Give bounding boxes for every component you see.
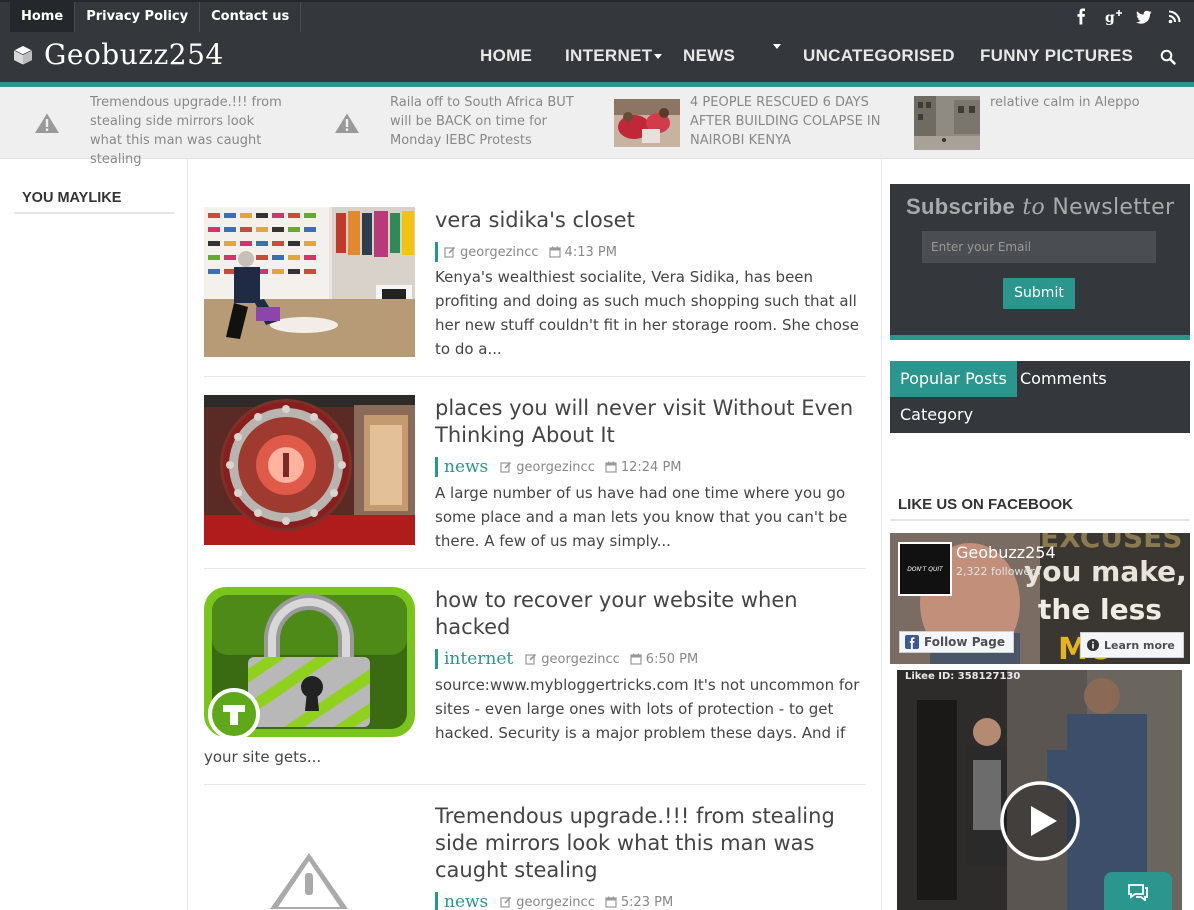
search-icon[interactable]	[1160, 49, 1176, 65]
post-divider	[204, 376, 866, 377]
main-nav: HOME INTERNET NEWS UNCATEGORISED FUNNY P…	[0, 32, 1194, 82]
aleppo-thumbnail	[914, 96, 980, 150]
top-link-home[interactable]: Home	[10, 2, 76, 32]
post-snippet-continued: your site gets...	[204, 748, 322, 766]
twitter-icon[interactable]	[1136, 8, 1152, 25]
edit-icon	[500, 461, 512, 473]
tab-category[interactable]: Category	[890, 397, 983, 433]
svg-text:the less: the less	[1038, 593, 1162, 626]
post-thumbnail-lock[interactable]	[204, 587, 415, 737]
chat-button[interactable]	[1104, 872, 1172, 910]
warning-icon	[314, 96, 380, 150]
post-author[interactable]: georgezincc	[460, 245, 539, 260]
svg-text:EXCUSES: EXCUSES	[1040, 533, 1182, 554]
social-links: g	[1074, 8, 1182, 26]
recent-posts-ticker: Tremendous upgrade.!!! from stealing sid…	[0, 87, 1194, 167]
post-author[interactable]: georgezincc	[516, 895, 595, 910]
rescue-thumbnail	[614, 96, 680, 150]
google-plus-icon[interactable]: g	[1105, 8, 1122, 26]
post-title[interactable]: Tremendous upgrade.!!! from stealing sid…	[435, 803, 865, 884]
newsletter-title: Subscribe to Newsletter	[906, 194, 1175, 220]
post-category[interactable]: internet	[444, 649, 513, 669]
post-time: 5:23 PM	[620, 894, 674, 910]
post-title[interactable]: places you will never visit Without Even…	[435, 395, 865, 449]
newsletter-widget: Subscribe to Newsletter Enter your Email…	[890, 184, 1190, 340]
site-header: Geobuzz254 HOME INTERNET NEWS UNCATEGORI…	[0, 32, 1194, 82]
post-snippet: Kenya's wealthiest socialite, Vera Sidik…	[435, 268, 859, 358]
ticker-item-title: Raila off to South Africa BUT will be BA…	[390, 95, 574, 148]
post-item: places you will never visit Without Even…	[204, 395, 866, 555]
post-snippet: A large number of us have had one time w…	[435, 484, 848, 550]
post-item: vera sidika's closet georgezincc 4:13 PM…	[204, 207, 866, 367]
learn-more-button[interactable]: Learn more	[1080, 632, 1184, 658]
calendar-icon	[605, 896, 617, 908]
facebook-page-avatar[interactable]: DON'T QUIT	[898, 542, 952, 596]
nav-home[interactable]: HOME	[480, 46, 532, 66]
nav-uncategorised[interactable]: UNCATEGORISED	[803, 46, 955, 66]
top-link-privacy-policy[interactable]: Privacy Policy	[75, 2, 201, 32]
nav-internet[interactable]: INTERNET	[565, 46, 652, 66]
svg-text:Likee ID: 358127130: Likee ID: 358127130	[905, 671, 1020, 682]
ticker-item-title: relative calm in Aleppo	[990, 95, 1140, 110]
facebook-widget-heading: LIKE US ON FACEBOOK	[890, 496, 1190, 521]
warning-icon	[14, 96, 80, 150]
rss-icon[interactable]	[1167, 8, 1182, 25]
ticker-item-title: 4 PEOPLE RESCUED 6 DAYS AFTER BUILDING C…	[690, 95, 881, 148]
post-meta: georgezincc 4:13 PM	[435, 242, 627, 262]
post-title[interactable]: how to recover your website when hacked	[435, 587, 865, 641]
post-time: 6:50 PM	[645, 651, 699, 667]
post-snippet: source:www.mybloggertricks.com It's not …	[435, 676, 860, 742]
internet-dropdown-caret-icon[interactable]	[654, 54, 662, 59]
post-category[interactable]: news	[444, 457, 488, 477]
post-item: Tremendous upgrade.!!! from stealing sid…	[204, 803, 866, 910]
facebook-icon[interactable]	[1074, 8, 1089, 25]
calendar-icon	[548, 246, 561, 258]
post-author[interactable]: georgezincc	[541, 652, 620, 667]
nav-news[interactable]: NEWS	[683, 46, 735, 66]
main-column-divider	[881, 159, 882, 910]
edit-icon	[525, 653, 537, 665]
edit-icon	[500, 896, 512, 908]
tab-comments[interactable]: Comments	[1010, 361, 1117, 397]
post-thumbnail-placeholder[interactable]	[204, 803, 415, 910]
news-dropdown-caret-icon[interactable]	[773, 44, 781, 49]
post-time: 4:13 PM	[564, 244, 617, 260]
post-time: 12:24 PM	[620, 459, 682, 475]
facebook-page-card[interactable]: EXCUSES you make, the less MO DON'T QUIT…	[890, 533, 1190, 664]
submit-button[interactable]: Submit	[1003, 278, 1075, 309]
calendar-icon	[630, 653, 642, 665]
post-meta: news georgezincc 5:23 PM	[435, 892, 683, 910]
post-thumbnail-vault[interactable]	[204, 395, 415, 545]
sidebar-tabs: Popular Posts Comments Category	[890, 361, 1190, 433]
post-meta: news georgezincc 12:24 PM	[435, 457, 692, 477]
info-icon	[1087, 639, 1099, 651]
svg-text:g: g	[1105, 10, 1115, 25]
chat-icon	[1128, 884, 1148, 901]
post-title[interactable]: vera sidika's closet	[435, 207, 865, 234]
post-divider	[204, 784, 866, 785]
facebook-page-name[interactable]: Geobuzz254	[956, 543, 1056, 562]
top-bar: Home Privacy Policy Contact us g	[0, 0, 1194, 32]
post-thumbnail-closet[interactable]	[204, 207, 415, 357]
post-item: how to recover your website when hacked …	[204, 587, 866, 767]
you-may-like-heading: YOU MAYLIKE	[14, 190, 174, 214]
left-sidebar: YOU MAYLIKE	[0, 159, 188, 910]
tab-popular-posts[interactable]: Popular Posts	[890, 361, 1017, 397]
post-divider	[204, 568, 866, 569]
email-field[interactable]: Enter your Email	[922, 231, 1156, 263]
top-links: Home Privacy Policy Contact us	[10, 2, 302, 32]
top-link-contact-us[interactable]: Contact us	[200, 2, 302, 32]
nav-funny-pictures[interactable]: FUNNY PICTURES	[980, 46, 1133, 66]
facebook-followers: 2,322 followers	[956, 565, 1041, 578]
ticker-item-title: Tremendous upgrade.!!! from stealing sid…	[90, 95, 282, 167]
calendar-icon	[605, 461, 617, 473]
edit-icon	[444, 246, 456, 258]
play-icon[interactable]	[999, 780, 1081, 862]
post-category[interactable]: news	[444, 892, 488, 910]
follow-page-button[interactable]: Follow Page	[899, 631, 1014, 653]
post-author[interactable]: georgezincc	[516, 460, 595, 475]
facebook-logo-icon	[905, 635, 919, 649]
post-meta: internet georgezincc 6:50 PM	[435, 649, 708, 669]
